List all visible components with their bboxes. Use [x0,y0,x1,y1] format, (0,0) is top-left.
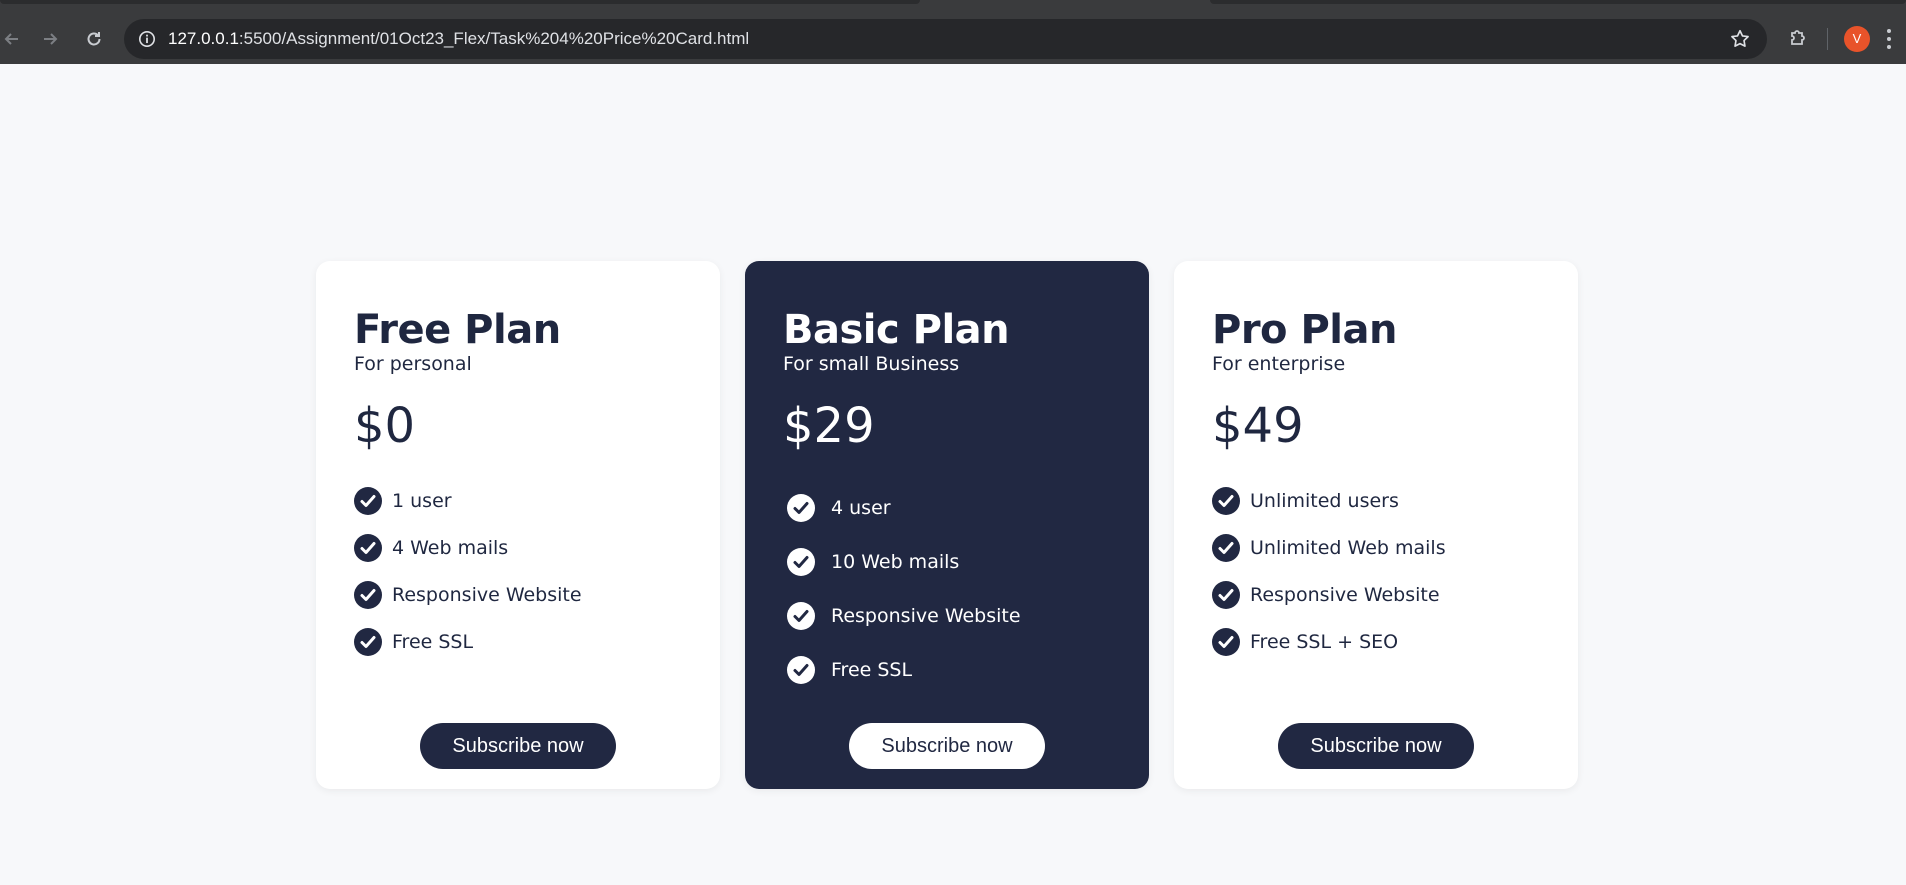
feature-list: 1 user 4 Web mails Responsive Website Fr… [354,477,682,665]
feature-item: 4 user [783,481,1111,535]
plan-price: $0 [354,398,416,454]
bookmark-star-icon[interactable] [1729,28,1751,50]
plan-subtitle: For small Business [783,353,960,375]
check-circle-icon [354,580,382,609]
feature-list: 4 user 10 Web mails Responsive Website F… [783,481,1111,697]
plan-name: Pro Plan [1212,307,1397,353]
subscribe-button[interactable]: Subscribe now [1278,723,1474,769]
check-circle-icon [787,548,815,576]
reload-icon [87,31,101,45]
feature-item: Free SSL + SEO [1212,618,1540,665]
plan-card-basic: Basic Plan For small Business $29 4 user… [745,261,1149,789]
feature-item: Responsive Website [783,589,1111,643]
feature-list: Unlimited users Unlimited Web mails Resp… [1212,477,1540,665]
plan-price: $49 [1212,398,1304,454]
plan-name: Basic Plan [783,307,1010,353]
check-circle-icon [787,656,815,684]
check-circle-icon [1212,627,1240,656]
url-text: 127.0.0.1:5500/Assignment/01Oct23_Flex/T… [168,28,750,48]
reload-button[interactable] [78,23,110,55]
feature-item: 1 user [354,477,682,524]
feature-item: Responsive Website [354,571,682,618]
site-info-icon[interactable] [136,28,158,50]
forward-button[interactable] [34,23,66,55]
plan-subtitle: For personal [354,353,472,375]
browser-toolbar: 127.0.0.1:5500/Assignment/01Oct23_Flex/T… [0,13,1906,64]
feature-item: 10 Web mails [783,535,1111,589]
puzzle-icon [1791,29,1805,45]
plan-subtitle: For enterprise [1212,353,1346,375]
arrow-right-icon [44,32,58,45]
feature-item: 4 Web mails [354,524,682,571]
plan-card-free: Free Plan For personal $0 1 user 4 Web m… [316,261,720,789]
toolbar-divider [1827,27,1828,50]
feature-item: Unlimited Web mails [1212,524,1540,571]
feature-item: Responsive Website [1212,571,1540,618]
plan-price: $29 [783,398,875,454]
profile-avatar[interactable]: V [1844,25,1870,52]
check-circle-icon [787,494,815,522]
menu-kebab-icon[interactable] [1886,28,1892,49]
check-circle-icon [354,533,382,562]
plan-card-pro: Pro Plan For enterprise $49 Unlimited us… [1174,261,1578,789]
check-circle-icon [354,627,382,656]
plan-name: Free Plan [354,307,561,353]
check-circle-icon [1212,486,1240,515]
subscribe-button[interactable]: Subscribe now [420,723,616,769]
check-circle-icon [1212,580,1240,609]
pricing-cards: Free Plan For personal $0 1 user 4 Web m… [316,261,1578,789]
back-button[interactable] [2,23,22,55]
check-circle-icon [787,602,815,630]
address-bar[interactable]: 127.0.0.1:5500/Assignment/01Oct23_Flex/T… [124,18,1767,59]
extensions-button[interactable] [1787,25,1811,53]
check-circle-icon [354,486,382,515]
arrow-left-icon [4,32,18,45]
feature-item: Free SSL [783,643,1111,697]
subscribe-button[interactable]: Subscribe now [849,723,1045,769]
feature-item: Unlimited users [1212,477,1540,524]
check-circle-icon [1212,533,1240,562]
tab-strip [0,0,1906,13]
page-content: Free Plan For personal $0 1 user 4 Web m… [0,64,1906,885]
feature-item: Free SSL [354,618,682,665]
